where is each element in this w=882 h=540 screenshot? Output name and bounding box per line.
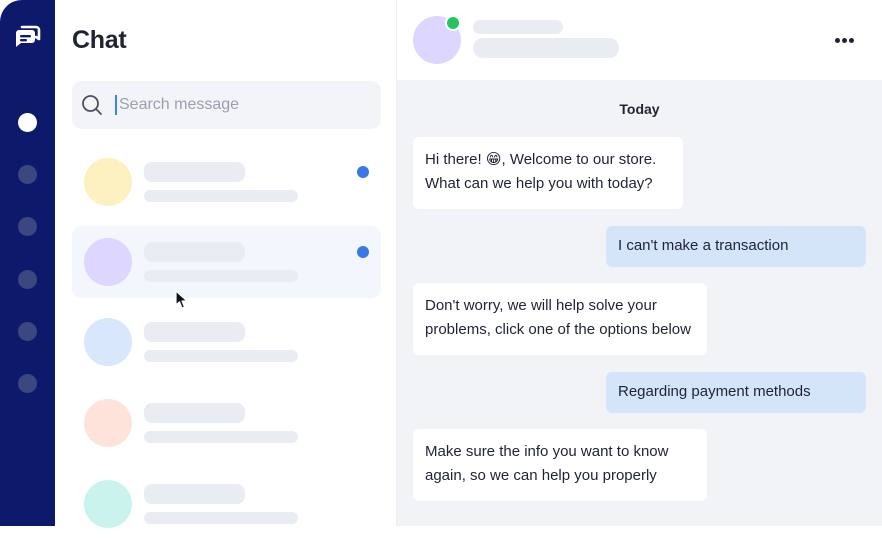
- contact-name-placeholder: [473, 20, 563, 34]
- chat-header: [397, 0, 882, 80]
- message-preview-placeholder: [144, 350, 298, 362]
- message-line: I can't make a transaction: [618, 237, 789, 254]
- search-input[interactable]: [119, 93, 369, 117]
- avatar: [84, 399, 132, 447]
- nav-item-6[interactable]: [18, 374, 37, 393]
- chat-bubbles-icon[interactable]: [13, 21, 43, 51]
- search-box[interactable]: [72, 81, 381, 129]
- message-line: again, so we can help you properly: [425, 467, 657, 484]
- conversation-item[interactable]: [72, 468, 381, 540]
- message-preview-placeholder: [144, 190, 298, 202]
- conversation-list-panel: Chat: [55, 0, 397, 528]
- message-line: Regarding payment methods: [618, 383, 811, 400]
- online-status-indicator: [445, 15, 461, 31]
- conversation-item-selected[interactable]: [72, 226, 381, 298]
- name-placeholder: [144, 322, 245, 342]
- message-line: Make sure the info you want to know: [425, 443, 669, 460]
- message-line: Hi there! 😁, Welcome to our store.: [425, 151, 657, 168]
- nav-item-2[interactable]: [18, 165, 37, 184]
- nav-item-5[interactable]: [18, 322, 37, 341]
- message-thread: Today Hi there! 😁, Welcome to our store.…: [397, 80, 882, 526]
- text-caret: [115, 95, 117, 115]
- avatar: [84, 238, 132, 286]
- outgoing-message: Regarding payment methods: [606, 372, 866, 413]
- outgoing-message: I can't make a transaction: [606, 226, 866, 267]
- unread-indicator: [357, 166, 369, 178]
- search-icon: [82, 95, 102, 115]
- name-placeholder: [144, 242, 245, 262]
- message-line: problems, click one of the options below: [425, 321, 691, 338]
- incoming-message: Don't worry, we will help solve your pro…: [413, 283, 707, 355]
- message-preview-placeholder: [144, 431, 298, 443]
- more-horizontal-icon[interactable]: [831, 28, 861, 52]
- nav-rail: [0, 0, 55, 526]
- contact-status-placeholder: [473, 38, 619, 58]
- page-title: Chat: [72, 26, 127, 54]
- mouse-pointer-icon: [175, 290, 188, 309]
- message-preview-placeholder: [144, 270, 298, 282]
- avatar: [84, 158, 132, 206]
- name-placeholder: [144, 484, 245, 504]
- conversation-item[interactable]: [72, 387, 381, 459]
- avatar: [84, 318, 132, 366]
- nav-item-1[interactable]: [18, 113, 37, 132]
- unread-indicator: [357, 246, 369, 258]
- name-placeholder: [144, 162, 245, 182]
- incoming-message: Hi there! 😁, Welcome to our store. What …: [413, 137, 683, 209]
- nav-item-4[interactable]: [18, 270, 37, 289]
- incoming-message: Make sure the info you want to know agai…: [413, 429, 707, 501]
- message-preview-placeholder: [144, 512, 298, 524]
- date-divider: Today: [619, 101, 660, 117]
- conversation-item[interactable]: [72, 306, 381, 378]
- name-placeholder: [144, 403, 245, 423]
- nav-item-3[interactable]: [18, 217, 37, 236]
- message-line: Don't worry, we will help solve your: [425, 297, 657, 314]
- message-line: What can we help you with today?: [425, 175, 653, 192]
- avatar: [84, 480, 132, 528]
- conversation-item[interactable]: [72, 146, 381, 218]
